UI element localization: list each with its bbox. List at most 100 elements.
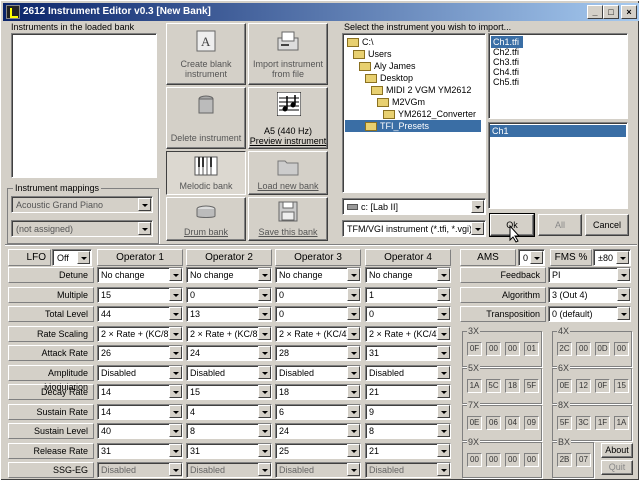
- drive-select[interactable]: c: [Lab II]: [342, 198, 486, 215]
- param-value-op4[interactable]: 31: [365, 345, 451, 361]
- quit-button[interactable]: Quit: [601, 460, 633, 475]
- close-button[interactable]: ×: [621, 5, 637, 19]
- delete-instrument-button[interactable]: Delete instrument: [166, 87, 246, 149]
- chevron-down-icon[interactable]: [169, 365, 182, 379]
- param-value-op3[interactable]: 2 × Rate + (KC/4): [275, 325, 361, 342]
- param-value-op3[interactable]: 18: [275, 384, 361, 400]
- chevron-down-icon[interactable]: [347, 346, 360, 359]
- cancel-button[interactable]: Cancel: [585, 214, 629, 236]
- param-value-op1[interactable]: 14: [97, 384, 183, 400]
- param-value-op1[interactable]: 40: [97, 423, 183, 439]
- chevron-down-icon[interactable]: [169, 463, 182, 476]
- chevron-down-icon[interactable]: [437, 307, 450, 320]
- param-value-op2[interactable]: 0: [186, 286, 272, 303]
- param-value-op4[interactable]: 0: [365, 306, 451, 322]
- param-value-op3[interactable]: Disabled: [275, 364, 361, 381]
- tree-item[interactable]: MIDI 2 VGM YM2612: [371, 84, 471, 96]
- feedback-select[interactable]: PI: [548, 267, 631, 283]
- param-value-op1[interactable]: 31: [97, 442, 183, 459]
- chevron-down-icon[interactable]: [347, 268, 360, 281]
- chevron-down-icon[interactable]: [347, 307, 360, 320]
- algorithm-select[interactable]: 3 (Out 4): [548, 287, 631, 303]
- param-value-op1[interactable]: Disabled: [97, 462, 183, 478]
- transposition-select[interactable]: 0 (default): [548, 306, 631, 322]
- chevron-down-icon[interactable]: [347, 404, 360, 418]
- drum-bank-button[interactable]: Drum bank: [166, 197, 246, 241]
- fms-select[interactable]: ±80: [593, 249, 631, 266]
- chevron-down-icon[interactable]: [347, 443, 360, 457]
- param-value-op2[interactable]: Disabled: [186, 462, 272, 478]
- param-value-op1[interactable]: 14: [97, 403, 183, 420]
- param-value-op3[interactable]: 25: [275, 442, 361, 459]
- tree-item[interactable]: C:\: [347, 36, 374, 48]
- chevron-down-icon[interactable]: [616, 251, 629, 264]
- chevron-down-icon[interactable]: [347, 463, 360, 476]
- param-value-op4[interactable]: 9: [365, 403, 451, 420]
- chevron-down-icon[interactable]: [617, 307, 630, 320]
- param-value-op4[interactable]: 1: [365, 286, 451, 303]
- lfo-select[interactable]: Off: [52, 249, 92, 266]
- chevron-down-icon[interactable]: [471, 222, 484, 235]
- about-button[interactable]: About: [601, 443, 633, 458]
- directory-tree[interactable]: C:\ Users Aly James Desktop MIDI 2 VGM Y…: [342, 33, 486, 193]
- param-value-op4[interactable]: No change: [365, 267, 451, 283]
- param-value-op1[interactable]: 2 × Rate + (KC/8): [97, 325, 183, 342]
- create-instrument-button[interactable]: A Create blank instrument: [166, 23, 246, 85]
- chevron-down-icon[interactable]: [258, 404, 271, 418]
- param-value-op2[interactable]: 24: [186, 345, 272, 361]
- param-value-op3[interactable]: 0: [275, 306, 361, 322]
- param-value-op2[interactable]: 31: [186, 442, 272, 459]
- param-value-op2[interactable]: Disabled: [186, 364, 272, 381]
- chevron-down-icon[interactable]: [258, 463, 271, 476]
- chevron-down-icon[interactable]: [169, 443, 182, 457]
- chevron-down-icon[interactable]: [258, 346, 271, 359]
- chevron-down-icon[interactable]: [258, 385, 271, 398]
- param-value-op1[interactable]: No change: [97, 267, 183, 283]
- chevron-down-icon[interactable]: [258, 287, 271, 301]
- param-value-op3[interactable]: Disabled: [275, 462, 361, 478]
- melodic-bank-button[interactable]: Melodic bank: [166, 151, 246, 195]
- chevron-down-icon[interactable]: [437, 365, 450, 379]
- param-value-op2[interactable]: 15: [186, 384, 272, 400]
- chevron-down-icon[interactable]: [169, 287, 182, 301]
- mapping-select[interactable]: Acoustic Grand Piano: [11, 196, 153, 213]
- chevron-down-icon[interactable]: [437, 404, 450, 418]
- chevron-down-icon[interactable]: [437, 443, 450, 457]
- param-value-op1[interactable]: 15: [97, 286, 183, 303]
- save-bank-button[interactable]: Save this bank: [248, 197, 328, 241]
- chevron-down-icon[interactable]: [437, 326, 450, 340]
- all-button[interactable]: All: [538, 214, 582, 236]
- chevron-down-icon[interactable]: [169, 346, 182, 359]
- chevron-down-icon[interactable]: [169, 385, 182, 398]
- chevron-down-icon[interactable]: [437, 463, 450, 476]
- chevron-down-icon[interactable]: [169, 307, 182, 320]
- tree-item[interactable]: Desktop: [365, 72, 413, 84]
- chevron-down-icon[interactable]: [437, 424, 450, 437]
- param-value-op3[interactable]: 6: [275, 403, 361, 420]
- chevron-down-icon[interactable]: [258, 307, 271, 320]
- preview-instrument-button[interactable]: A5 (440 Hz) Preview instrument: [248, 87, 328, 149]
- chevron-down-icon[interactable]: [347, 287, 360, 301]
- file-list[interactable]: Ch1.tfi Ch2.tfi Ch3.tfi Ch4.tfi Ch5.tfi: [488, 33, 628, 119]
- param-value-op4[interactable]: 21: [365, 384, 451, 400]
- param-value-op4[interactable]: 21: [365, 442, 451, 459]
- param-value-op3[interactable]: No change: [275, 267, 361, 283]
- chevron-down-icon[interactable]: [138, 198, 151, 211]
- chevron-down-icon[interactable]: [77, 251, 90, 264]
- param-value-op4[interactable]: 2 × Rate + (KC/4): [365, 325, 451, 342]
- chevron-down-icon[interactable]: [169, 268, 182, 281]
- import-instrument-button[interactable]: Import instrument from file: [248, 23, 328, 85]
- chevron-down-icon[interactable]: [169, 326, 182, 340]
- chevron-down-icon[interactable]: [530, 251, 543, 264]
- tree-item[interactable]: Aly James: [359, 60, 416, 72]
- chevron-down-icon[interactable]: [347, 424, 360, 437]
- chevron-down-icon[interactable]: [617, 288, 630, 301]
- param-value-op2[interactable]: 4: [186, 403, 272, 420]
- param-value-op1[interactable]: Disabled: [97, 364, 183, 381]
- chevron-down-icon[interactable]: [138, 222, 151, 235]
- param-value-op2[interactable]: 2 × Rate + (KC/8): [186, 325, 272, 342]
- chevron-down-icon[interactable]: [617, 268, 630, 281]
- load-bank-button[interactable]: Load new bank: [248, 151, 328, 195]
- chevron-down-icon[interactable]: [258, 326, 271, 340]
- channel-item-selected[interactable]: Ch1: [490, 125, 626, 137]
